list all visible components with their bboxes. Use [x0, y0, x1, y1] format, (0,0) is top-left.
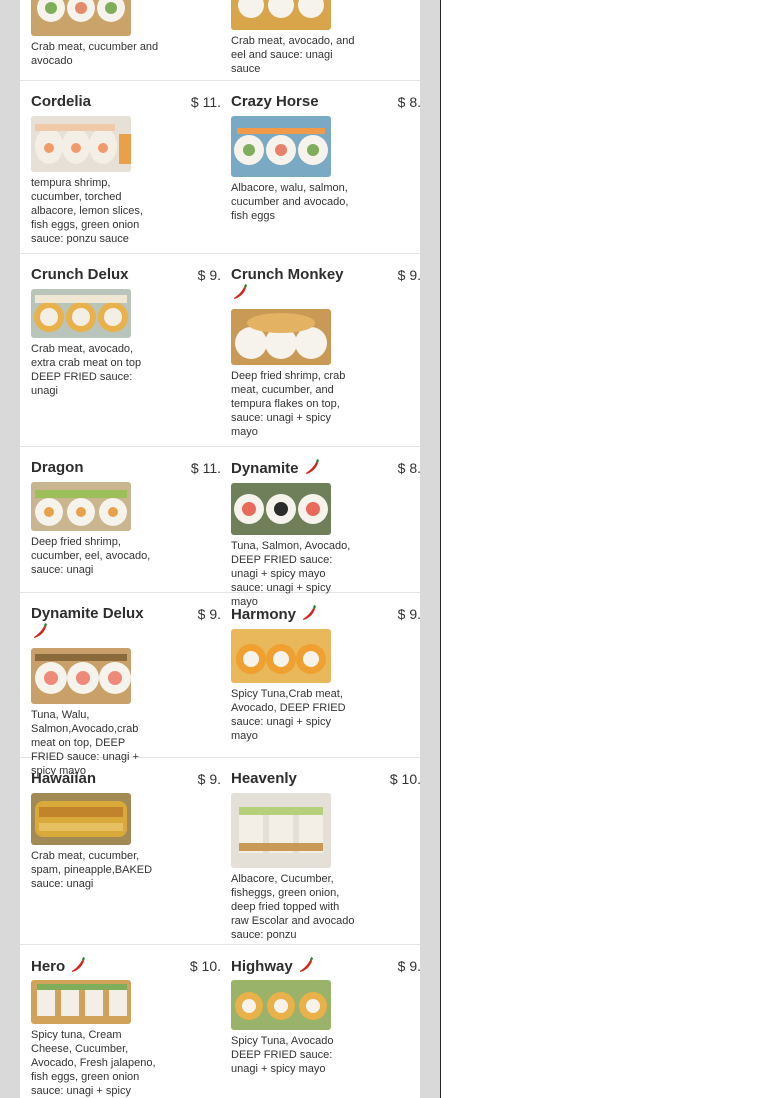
page-divider — [440, 0, 441, 1098]
item-description-wrap: Spicy tuna, Cream Cheese, Cucumber, Avoc… — [31, 980, 159, 1098]
menu-item-dynamite[interactable]: Dynamite $ 8. Tuna, Salmon, Avocado, DEE… — [231, 447, 420, 608]
right-gutter — [420, 0, 440, 1098]
item-price: $ 10. — [189, 958, 221, 974]
menu-item[interactable]: Crab meat, cucumber and avocado — [31, 0, 221, 80]
item-description-wrap: Crab meat, avocado, and eel and sauce: u… — [231, 0, 359, 76]
chili-pepper-icon — [69, 957, 87, 973]
roll-photo — [231, 309, 331, 365]
menu-row: Crab meat, cucumber and avocado Crab mea… — [20, 0, 420, 81]
roll-photo — [31, 0, 131, 36]
item-description-wrap: Crab meat, cucumber, spam, pineapple,BAK… — [31, 793, 159, 891]
menu-item-heavenly[interactable]: Heavenly $ 10. Albacore, Cucumber, fishe… — [231, 758, 420, 944]
item-description: Albacore, walu, salmon, cucumber and avo… — [231, 182, 349, 222]
item-name: Dynamite — [231, 459, 361, 478]
roll-photo — [31, 980, 131, 1024]
item-name: Cordelia — [31, 93, 92, 110]
item-description-wrap: Spicy Tuna, Avocado DEEP FRIED sauce: un… — [231, 980, 359, 1076]
item-name: Crazy Horse — [231, 93, 319, 110]
item-name: Dynamite Delux — [31, 605, 161, 642]
chili-pepper-icon — [231, 284, 249, 300]
item-description-wrap: Deep fried shrimp, crab meat, cucumber, … — [231, 309, 359, 439]
item-description: Crab meat, cucumber, spam, pineapple,BAK… — [31, 850, 153, 890]
item-description: Spicy Tuna, Avocado DEEP FRIED sauce: un… — [231, 1035, 334, 1075]
item-price: $ 9. — [197, 606, 221, 622]
chili-pepper-icon — [297, 957, 315, 973]
item-name: Dragon — [31, 459, 84, 476]
item-description-wrap: Albacore, Cucumber, fisheggs, green onio… — [231, 793, 359, 942]
menu-item-dynamite-delux[interactable]: Dynamite Delux $ 9. Tuna, Walu, Salmon,A… — [31, 593, 221, 777]
left-gutter — [0, 0, 20, 1098]
item-description: Crab meat, avocado, and eel and sauce: u… — [231, 35, 355, 75]
item-price: $ 9. — [397, 267, 420, 283]
chili-pepper-icon — [303, 459, 321, 475]
chili-pepper-icon — [31, 623, 49, 639]
item-price: $ 8. — [397, 94, 420, 110]
item-description-wrap: Crab meat, cucumber and avocado — [31, 0, 159, 68]
item-description: Crab meat, avocado, extra crab meat on t… — [31, 343, 142, 397]
item-description: tempura shrimp, cucumber, torched albaco… — [31, 177, 143, 245]
item-description-wrap: Albacore, walu, salmon, cucumber and avo… — [231, 116, 359, 223]
roll-photo — [31, 116, 131, 172]
item-price: $ 9. — [397, 958, 420, 974]
menu-item-crunch-monkey[interactable]: Crunch Monkey $ 9. Deep fried shrimp, cr… — [231, 254, 420, 446]
roll-photo — [231, 980, 331, 1030]
item-price: $ 8. — [397, 460, 420, 476]
menu-row: Hawaiian $ 9. Crab meat, cucumber, spam,… — [20, 758, 420, 945]
item-price: $ 9. — [397, 606, 420, 622]
menu-row: Cordelia $ 11. tempura shrimp, cucumber,… — [20, 81, 420, 254]
item-price: $ 11. — [190, 460, 221, 476]
menu-row: Hero $ 10. Spicy tuna, Cream Cheese, Cuc… — [20, 945, 420, 1098]
menu-item[interactable]: Crab meat, avocado, and eel and sauce: u… — [231, 0, 420, 80]
menu-list: Crab meat, cucumber and avocado Crab mea… — [20, 0, 420, 1098]
menu-item-crazy-horse[interactable]: Crazy Horse $ 8. Albacore, walu, salmon,… — [231, 81, 420, 253]
item-name: Highway — [231, 957, 361, 976]
item-description-wrap: Deep fried shrimp, cucumber, eel, avocad… — [31, 482, 159, 577]
roll-photo — [31, 289, 131, 338]
item-description: Spicy Tuna,Crab meat, Avocado, DEEP FRIE… — [231, 688, 346, 742]
item-price: $ 11. — [190, 94, 221, 110]
roll-photo — [231, 629, 331, 683]
roll-photo — [231, 0, 331, 30]
item-description: Deep fried shrimp, cucumber, eel, avocad… — [31, 536, 151, 576]
menu-item-harmony[interactable]: Harmony $ 9. Spicy Tuna,Crab meat, Avoca… — [231, 593, 420, 757]
item-name: Heavenly — [231, 770, 297, 787]
item-name: Hawaiian — [31, 770, 97, 787]
item-price: $ 9. — [197, 771, 221, 787]
roll-photo — [31, 482, 131, 531]
menu-item-cordelia[interactable]: Cordelia $ 11. tempura shrimp, cucumber,… — [31, 81, 221, 253]
item-description: Crab meat, cucumber and avocado — [31, 41, 159, 67]
item-description-wrap: tempura shrimp, cucumber, torched albaco… — [31, 116, 159, 246]
menu-item-dragon[interactable]: Dragon $ 11. Deep fried shrimp, cucumber… — [31, 447, 221, 592]
item-name: Crunch Monkey — [231, 266, 361, 303]
item-description-wrap: Crab meat, avocado, extra crab meat on t… — [31, 289, 159, 398]
item-description: Deep fried shrimp, crab meat, cucumber, … — [231, 370, 346, 438]
roll-photo — [231, 793, 331, 868]
roll-photo — [31, 793, 131, 845]
menu-row: Dragon $ 11. Deep fried shrimp, cucumber… — [20, 447, 420, 608]
roll-photo — [31, 648, 131, 704]
menu-row: Dynamite Delux $ 9. Tuna, Walu, Salmon,A… — [20, 593, 420, 777]
item-name: Harmony — [231, 605, 361, 624]
roll-photo — [231, 116, 331, 177]
roll-photo — [231, 483, 331, 535]
item-description-wrap: Tuna, Salmon, Avocado, DEEP FRIED sauce:… — [231, 483, 359, 609]
item-price: $ 9. — [197, 267, 221, 283]
menu-item-highway[interactable]: Highway $ 9. Spicy Tuna, Avocado DEEP FR… — [231, 945, 420, 1098]
menu-item-hawaiian[interactable]: Hawaiian $ 9. Crab meat, cucumber, spam,… — [31, 758, 221, 944]
item-name: Hero — [31, 957, 161, 976]
item-price: $ 10. — [389, 771, 420, 787]
chili-pepper-icon — [300, 605, 318, 621]
menu-item-hero[interactable]: Hero $ 10. Spicy tuna, Cream Cheese, Cuc… — [31, 945, 221, 1098]
item-description-wrap: Spicy Tuna,Crab meat, Avocado, DEEP FRIE… — [231, 629, 359, 743]
item-description: Albacore, Cucumber, fisheggs, green onio… — [231, 873, 355, 941]
item-name: Crunch Delux — [31, 266, 129, 283]
menu-item-crunch-delux[interactable]: Crunch Delux $ 9. Crab meat, avocado, ex… — [31, 254, 221, 446]
item-description: Spicy tuna, Cream Cheese, Cucumber, Avoc… — [31, 1029, 156, 1097]
menu-row: Crunch Delux $ 9. Crab meat, avocado, ex… — [20, 254, 420, 447]
